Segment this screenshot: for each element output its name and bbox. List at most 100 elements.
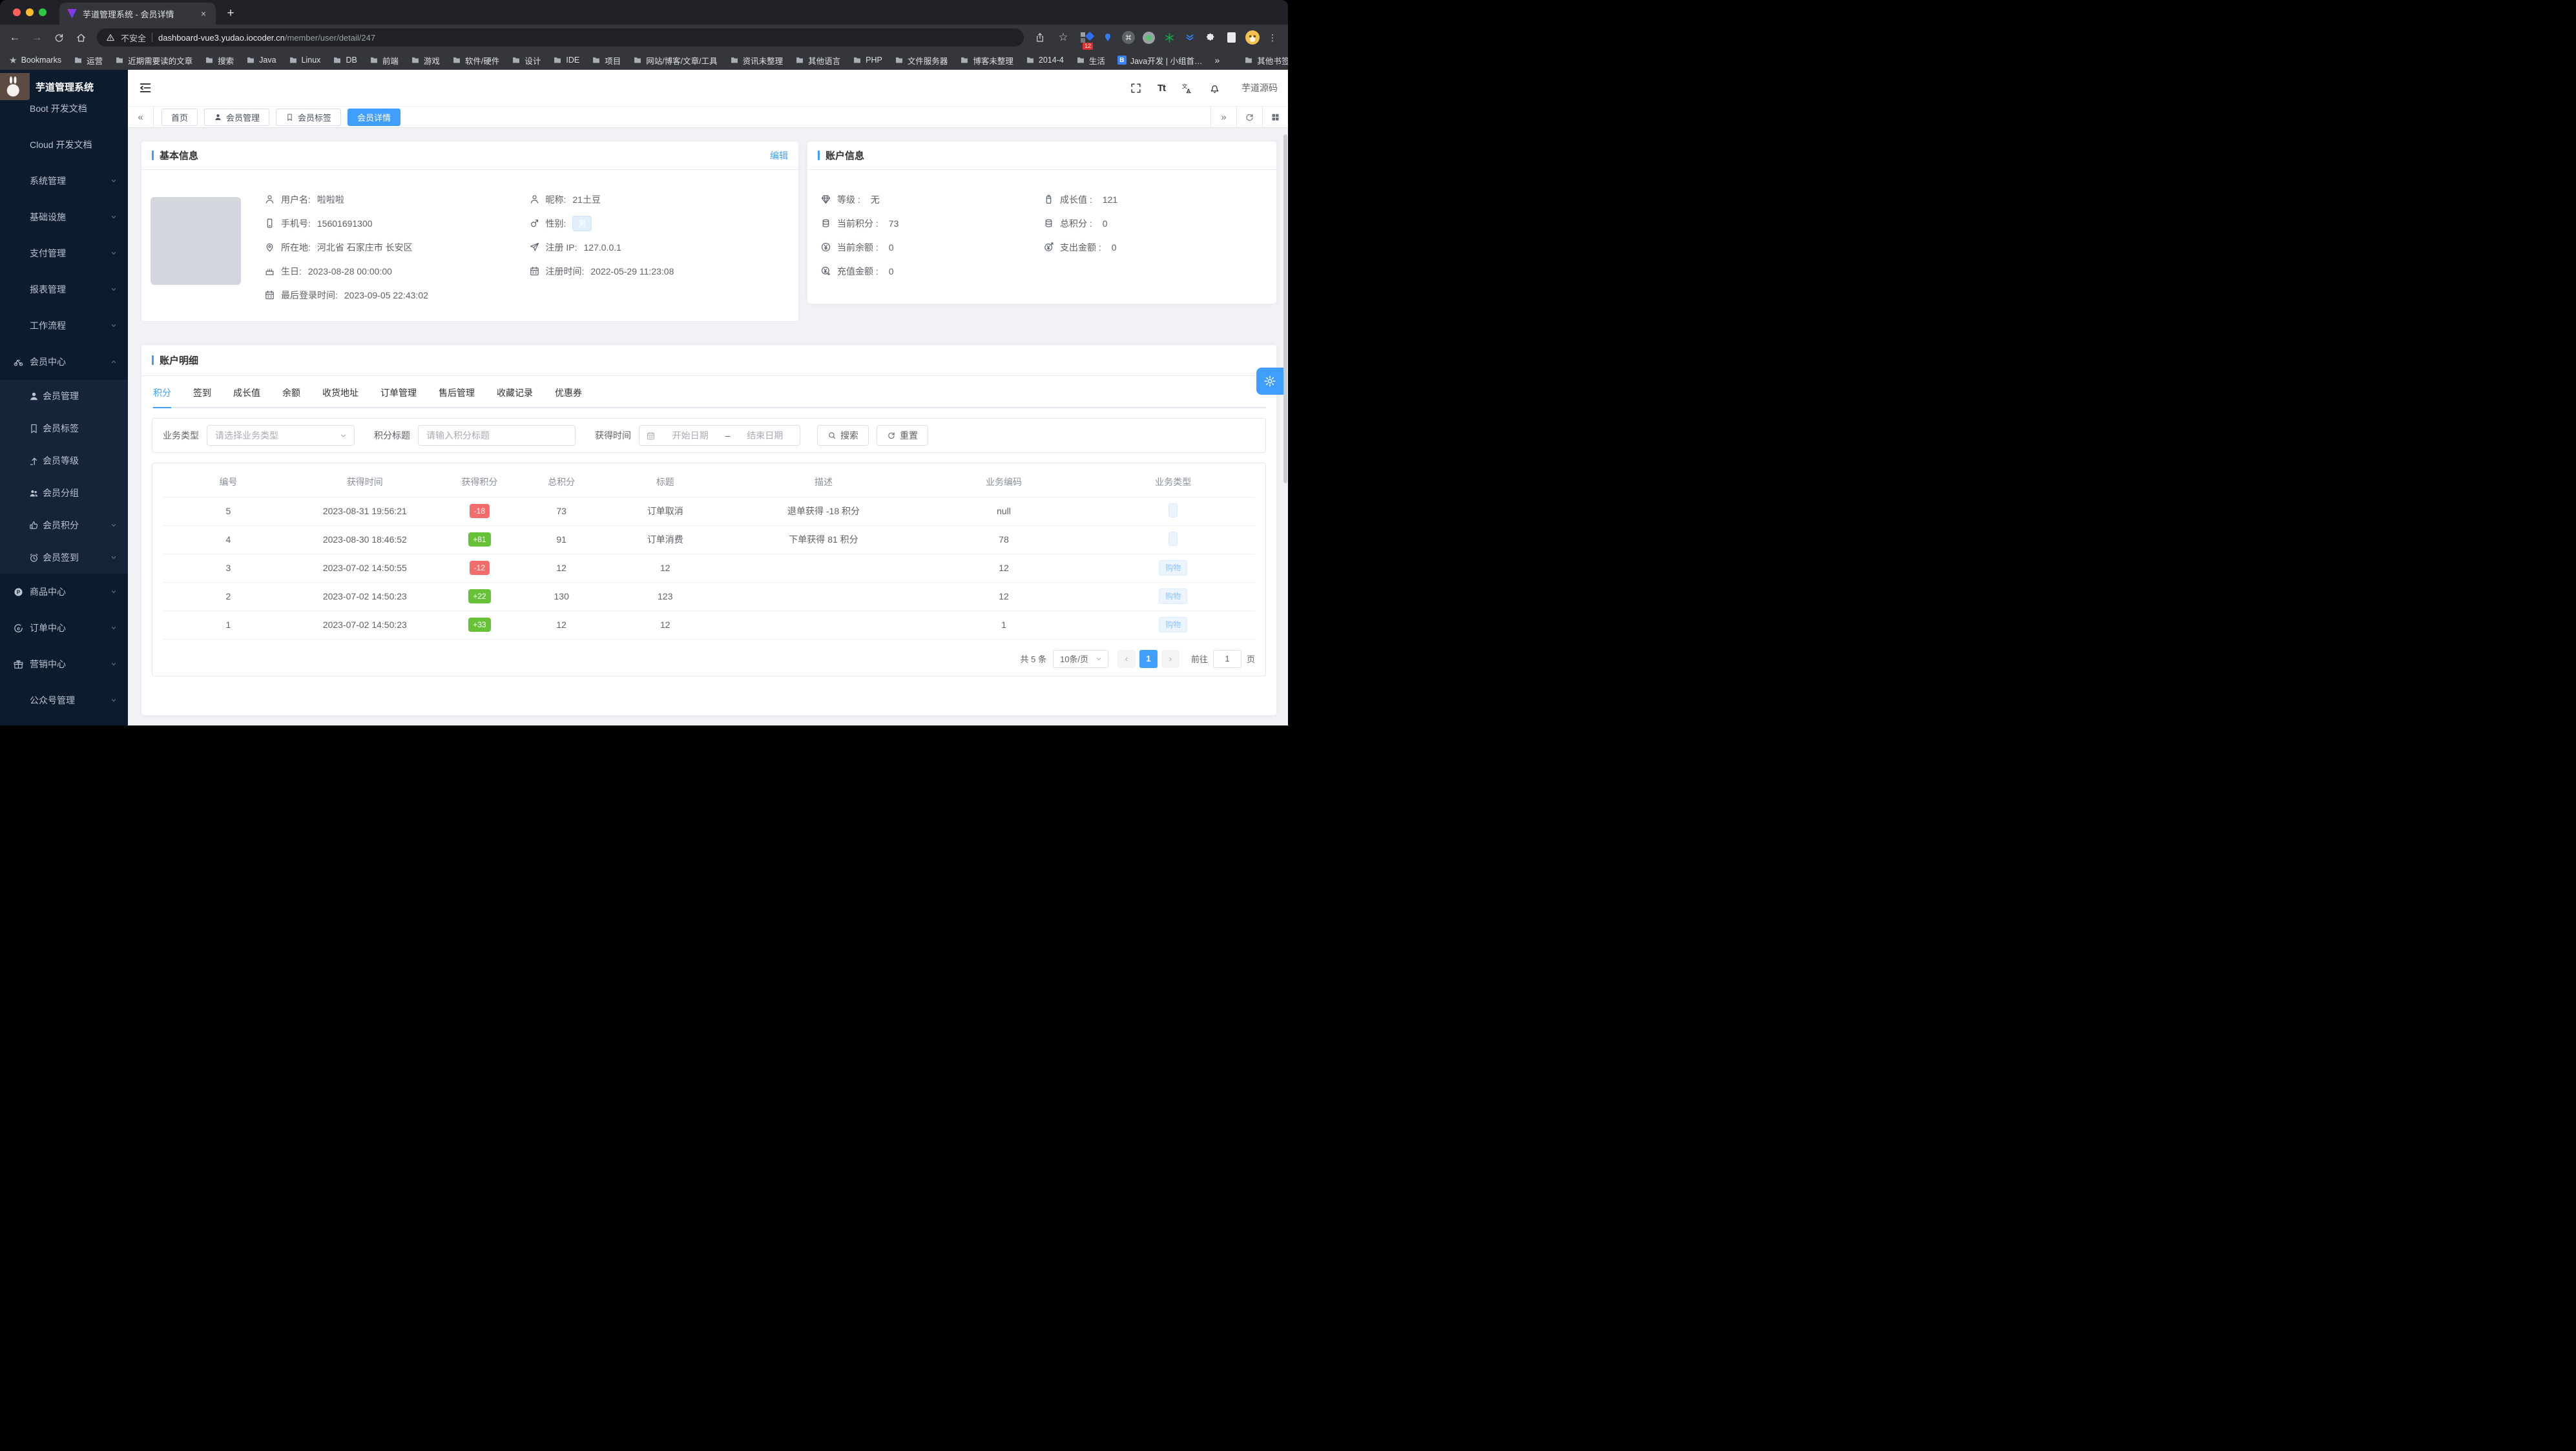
bookmark-folder[interactable]: 其他语言: [795, 54, 840, 67]
reload-button[interactable]: [49, 28, 68, 47]
sidebar-menu-item[interactable]: 支付管理: [0, 235, 128, 271]
zoom-window-button[interactable]: [39, 8, 47, 16]
page-size-select[interactable]: 10条/页: [1052, 649, 1108, 668]
sidebar-menu-item[interactable]: 基础设施: [0, 199, 128, 235]
detail-tab[interactable]: 成长值: [233, 377, 260, 408]
bell-icon[interactable]: [1209, 82, 1221, 94]
extension-command-icon[interactable]: [1122, 31, 1135, 44]
detail-tab[interactable]: 售后管理: [439, 377, 475, 408]
page-tab[interactable]: 会员标签: [276, 108, 342, 126]
prev-page-button[interactable]: ‹: [1117, 649, 1136, 668]
bookmark-folder[interactable]: IDE: [553, 56, 579, 65]
bookmark-star-icon[interactable]: ☆: [1054, 28, 1073, 47]
bookmark-folder[interactable]: Linux: [289, 56, 320, 65]
bookmark-folder[interactable]: PHP: [853, 56, 882, 65]
bookmark-folder[interactable]: 文件服务器: [895, 54, 948, 67]
bookmarks-overflow-icon[interactable]: »: [1214, 55, 1220, 65]
sidebar-menu-item[interactable]: 营销中心: [0, 646, 128, 682]
extension-chevrons-icon[interactable]: [1183, 31, 1196, 44]
sidebar-menu-item[interactable]: 公众号管理: [0, 682, 128, 718]
page-tab[interactable]: 首页: [161, 108, 198, 126]
sidebar-menu-item[interactable]: 商品中心: [0, 574, 128, 610]
fullscreen-icon[interactable]: [1130, 82, 1142, 94]
points-title-input[interactable]: [426, 430, 567, 441]
detail-tab[interactable]: 收藏记录: [497, 377, 533, 408]
new-tab-button[interactable]: +: [221, 4, 240, 23]
bookmark-folder[interactable]: Java: [246, 56, 276, 65]
sidebar-menu-item[interactable]: 会员签到: [0, 541, 128, 574]
sidebar-menu-item[interactable]: 会员分组: [0, 477, 128, 509]
bookmark-folder[interactable]: DB: [333, 56, 357, 65]
detail-tab[interactable]: 积分: [153, 377, 171, 408]
address-bar[interactable]: 不安全 dashboard-vue3.yudao.iocoder.cn/memb…: [97, 28, 1024, 47]
theme-settings-button[interactable]: [1256, 368, 1283, 395]
app-logo-row[interactable]: 芋道管理系统: [0, 70, 128, 103]
sidebar-menu-item[interactable]: 会员积分: [0, 509, 128, 541]
extensions-puzzle-icon[interactable]: [1204, 31, 1217, 44]
detail-tab[interactable]: 优惠券: [555, 377, 582, 408]
sidebar-menu-item[interactable]: 系统管理: [0, 163, 128, 199]
home-button[interactable]: [71, 28, 90, 47]
detail-tab[interactable]: 收货地址: [322, 377, 358, 408]
next-page-button[interactable]: ›: [1161, 649, 1179, 668]
search-button[interactable]: 搜索: [817, 425, 869, 446]
bookmark-folder[interactable]: 软件/硬件: [452, 54, 499, 67]
detail-tab[interactable]: 签到: [193, 377, 211, 408]
bookmark-folder[interactable]: 资讯未整理: [730, 54, 783, 67]
browser-menu-icon[interactable]: ⋮: [1267, 32, 1278, 43]
bookmarks-root-folder[interactable]: ★ Bookmarks: [9, 55, 61, 66]
bookmark-folder[interactable]: 网站/博客/文章/工具: [633, 54, 718, 67]
bookmark-folder[interactable]: 游戏: [411, 54, 440, 67]
minimize-window-button[interactable]: [26, 8, 34, 16]
biz-type-select[interactable]: 请选择业务类型: [207, 425, 355, 446]
bookmark-folder[interactable]: 搜索: [205, 54, 234, 67]
sidebar-menu-item[interactable]: Cloud 开发文档: [0, 127, 128, 163]
current-page-button[interactable]: 1: [1139, 649, 1158, 668]
bookmark-link[interactable]: B Java开发 | 小组首…: [1117, 54, 1202, 67]
bookmark-folder[interactable]: 近期需要读的文章: [115, 54, 192, 67]
sidebar-menu-item[interactable]: 会员等级: [0, 444, 128, 477]
extension-star-icon[interactable]: [1163, 31, 1176, 44]
tab-close-icon[interactable]: ×: [198, 8, 209, 19]
sidebar-menu-item[interactable]: 工作流程: [0, 308, 128, 344]
reading-list-icon[interactable]: [1225, 31, 1238, 44]
extension-recorder-icon[interactable]: [1143, 31, 1155, 44]
scrollbar-thumb[interactable]: [1283, 134, 1287, 483]
detail-tab[interactable]: 余额: [282, 377, 300, 408]
back-button[interactable]: ←: [5, 28, 25, 47]
collapse-sidebar-icon[interactable]: [138, 81, 152, 95]
page-tab[interactable]: 会员管理: [204, 108, 270, 126]
other-bookmarks-folder[interactable]: 其他书签: [1244, 54, 1288, 67]
forward-button[interactable]: →: [27, 28, 47, 47]
extension-grid-kite-icon[interactable]: 12: [1081, 31, 1095, 50]
refresh-page-icon[interactable]: [1236, 107, 1262, 127]
font-size-icon[interactable]: Tt: [1158, 83, 1166, 94]
sidebar-menu-item[interactable]: 会员管理: [0, 380, 128, 412]
browser-tab[interactable]: 芋道管理系统 - 会员详情 ×: [59, 3, 216, 25]
current-user[interactable]: 芋道源码: [1241, 81, 1278, 94]
edit-button[interactable]: 编辑: [770, 149, 788, 162]
sidebar-menu-item[interactable]: 会员标签: [0, 412, 128, 444]
date-range-picker[interactable]: 开始日期 – 结束日期: [639, 425, 800, 446]
profile-avatar[interactable]: [1245, 30, 1260, 45]
sidebar-menu-item[interactable]: 订单中心: [0, 610, 128, 646]
tabs-scroll-right-icon[interactable]: »: [1210, 107, 1236, 127]
close-window-button[interactable]: [13, 8, 21, 16]
sidebar-menu-item[interactable]: 会员中心: [0, 344, 128, 380]
tabs-menu-grid-icon[interactable]: [1262, 107, 1288, 127]
extension-drop-icon[interactable]: [1101, 31, 1114, 44]
share-icon[interactable]: [1030, 28, 1050, 47]
bookmark-folder[interactable]: 博客未整理: [960, 54, 1013, 67]
bookmark-folder[interactable]: 项目: [592, 54, 621, 67]
sidebar-menu-item[interactable]: 报表管理: [0, 271, 128, 308]
language-icon[interactable]: 文A: [1181, 82, 1193, 94]
bookmark-folder[interactable]: 2014-4: [1026, 56, 1064, 65]
reset-button[interactable]: 重置: [877, 425, 928, 446]
tabs-scroll-left-icon[interactable]: «: [128, 107, 154, 127]
window-controls[interactable]: [13, 8, 47, 16]
bookmark-folder[interactable]: 运营: [74, 54, 103, 67]
bookmark-folder[interactable]: 生活: [1076, 54, 1105, 67]
bookmark-folder[interactable]: 设计: [512, 54, 541, 67]
detail-tab[interactable]: 订单管理: [380, 377, 417, 408]
goto-page-input[interactable]: [1212, 649, 1241, 668]
